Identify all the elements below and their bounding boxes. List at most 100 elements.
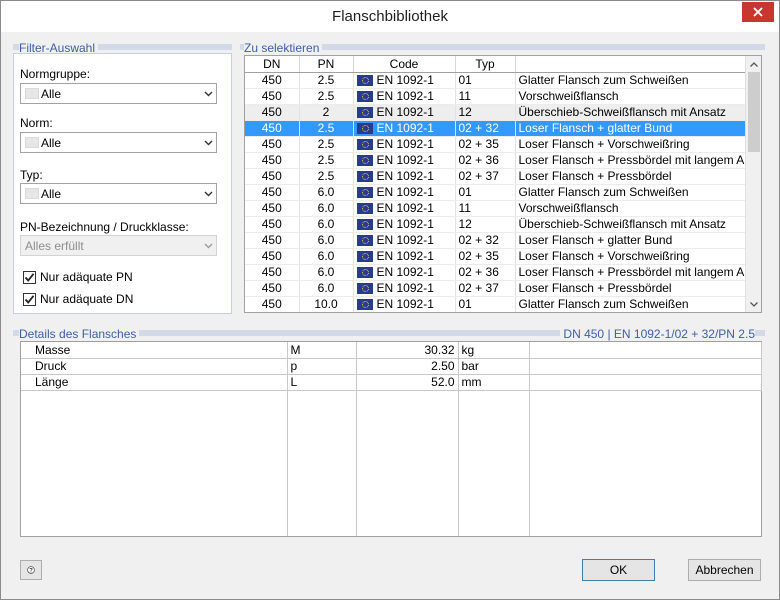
cell-code: EN 1092-1 bbox=[353, 152, 456, 169]
eu-flag-icon bbox=[356, 123, 373, 134]
only-adequate-pn-checkbox[interactable] bbox=[23, 271, 36, 284]
table-row[interactable]: 450 2.5 EN 1092-1 02 + 37 Loser Flansch + Pr… bbox=[245, 168, 746, 185]
flange-table[interactable]: DN PN Code Typ 450 2.5 EN 1092-1 01 Glatter … bbox=[244, 55, 762, 313]
typ-select[interactable]: Alle bbox=[20, 183, 217, 204]
table-row[interactable]: 450 6.0 EN 1092-1 02 + 36 Loser Flansch + Pr… bbox=[245, 264, 746, 281]
norm-label: Norm: bbox=[20, 116, 53, 130]
eu-flag-icon bbox=[356, 299, 373, 310]
cell-description: Überschieb-Schweißflansch mit Ansatz bbox=[515, 216, 746, 233]
cell-dn: 450 bbox=[245, 104, 300, 121]
column-header-pn[interactable]: PN bbox=[299, 56, 354, 73]
table-row[interactable]: 450 6.0 EN 1092-1 02 + 37 Loser Flansch + Pr… bbox=[245, 280, 746, 297]
detail-value: 30.32 bbox=[356, 342, 459, 359]
table-row[interactable]: 450 2.5 EN 1092-1 02 + 35 Loser Flansch + Vo… bbox=[245, 136, 746, 153]
column-header-typ[interactable]: Typ bbox=[455, 56, 516, 73]
column-header-description[interactable] bbox=[515, 56, 746, 73]
cell-typ: 02 + 35 bbox=[455, 248, 516, 265]
scrollbar-thumb[interactable] bbox=[748, 72, 760, 152]
code-text: EN 1092-1 bbox=[376, 281, 434, 295]
table-row[interactable]: 450 2.5 EN 1092-1 11 Vorschweißflansch bbox=[245, 88, 746, 105]
cell-dn: 450 bbox=[245, 120, 300, 137]
flange-library-dialog: Flanschbibliothek Filter-Auswahl Normgru… bbox=[0, 0, 780, 600]
detail-symbol: M bbox=[287, 342, 357, 359]
cell-pn: 6.0 bbox=[299, 232, 354, 249]
table-row[interactable]: 450 2.5 EN 1092-1 01 Glatter Flansch zum Sch… bbox=[245, 72, 746, 89]
column-header-code[interactable]: Code bbox=[353, 56, 456, 73]
cell-typ: 11 bbox=[455, 200, 516, 217]
detail-property: Druck bbox=[21, 358, 288, 375]
table-row[interactable]: 450 6.0 EN 1092-1 02 + 32 Loser Flansch + gl… bbox=[245, 232, 746, 249]
checkmark-icon bbox=[24, 295, 35, 304]
chevron-down-icon bbox=[200, 140, 216, 146]
cell-description: Glatter Flansch zum Schweißen bbox=[515, 72, 746, 89]
code-text: EN 1092-1 bbox=[376, 185, 434, 199]
norm-select[interactable]: Alle bbox=[20, 132, 217, 153]
eu-flag-icon bbox=[356, 91, 373, 102]
table-row[interactable]: 450 6.0 EN 1092-1 12 Überschieb-Schweißflans… bbox=[245, 216, 746, 233]
eu-flag-icon bbox=[356, 219, 373, 230]
cell-typ: 02 + 36 bbox=[455, 264, 516, 281]
cell-code: EN 1092-1 bbox=[353, 120, 456, 137]
scroll-up-icon[interactable] bbox=[746, 56, 762, 72]
code-text: EN 1092-1 bbox=[376, 73, 434, 87]
table-row[interactable]: 450 2.5 EN 1092-1 02 + 36 Loser Flansch + Pr… bbox=[245, 152, 746, 169]
normgruppe-select[interactable]: Alle bbox=[20, 83, 217, 104]
cell-code: EN 1092-1 bbox=[353, 216, 456, 233]
cell-dn: 450 bbox=[245, 184, 300, 201]
only-adequate-dn-label: Nur adäquate DN bbox=[40, 292, 134, 306]
table-row[interactable]: 450 6.0 EN 1092-1 11 Vorschweißflansch bbox=[245, 200, 746, 217]
table-row[interactable]: 450 6.0 EN 1092-1 02 + 35 Loser Flansch + Vo… bbox=[245, 248, 746, 265]
code-text: EN 1092-1 bbox=[376, 201, 434, 215]
table-header: DN PN Code Typ bbox=[245, 56, 746, 73]
scroll-down-icon[interactable] bbox=[746, 296, 762, 312]
code-text: EN 1092-1 bbox=[376, 217, 434, 231]
only-adequate-pn-label: Nur adäquate PN bbox=[40, 270, 133, 284]
close-button[interactable] bbox=[742, 2, 774, 22]
cancel-button[interactable]: Abbrechen bbox=[688, 559, 761, 581]
ok-button[interactable]: OK bbox=[582, 559, 655, 581]
table-scrollbar[interactable] bbox=[745, 56, 761, 312]
cell-typ: 02 + 32 bbox=[455, 232, 516, 249]
eu-flag-icon bbox=[356, 107, 373, 118]
table-row[interactable]: 450 10.0 EN 1092-1 01 Glatter Flansch zum Sc… bbox=[245, 296, 746, 312]
detail-unit: mm bbox=[458, 374, 530, 391]
cell-code: EN 1092-1 bbox=[353, 264, 456, 281]
cell-code: EN 1092-1 bbox=[353, 72, 456, 89]
cell-typ: 01 bbox=[455, 184, 516, 201]
cell-pn: 6.0 bbox=[299, 216, 354, 233]
cell-description: Glatter Flansch zum Schweißen bbox=[515, 184, 746, 201]
table-row[interactable]: 450 6.0 EN 1092-1 01 Glatter Flansch zum Sch… bbox=[245, 184, 746, 201]
cell-dn: 450 bbox=[245, 168, 300, 185]
code-text: EN 1092-1 bbox=[376, 233, 434, 247]
cell-typ: 12 bbox=[455, 216, 516, 233]
cell-dn: 450 bbox=[245, 216, 300, 233]
code-text: EN 1092-1 bbox=[376, 153, 434, 167]
cell-typ: 01 bbox=[455, 296, 516, 312]
cell-code: EN 1092-1 bbox=[353, 136, 456, 153]
chevron-down-icon bbox=[200, 243, 216, 249]
table-row[interactable]: 450 2 EN 1092-1 12 Überschieb-Schweißflansch… bbox=[245, 104, 746, 121]
eu-flag-icon bbox=[356, 75, 373, 86]
cell-description: Vorschweißflansch bbox=[515, 200, 746, 217]
normgruppe-value: Alle bbox=[41, 86, 62, 101]
cell-pn: 6.0 bbox=[299, 184, 354, 201]
cell-typ: 02 + 37 bbox=[455, 168, 516, 185]
cell-description: Überschieb-Schweißflansch mit Ansatz bbox=[515, 104, 746, 121]
detail-property: Masse bbox=[21, 342, 288, 359]
cell-pn: 2.5 bbox=[299, 168, 354, 185]
cell-code: EN 1092-1 bbox=[353, 168, 456, 185]
table-row[interactable]: 450 2.5 EN 1092-1 02 + 32 Loser Flansch + gl… bbox=[245, 120, 746, 137]
select-group-title: Zu selektieren bbox=[244, 41, 323, 55]
typ-label: Typ: bbox=[20, 168, 43, 182]
details-table: Masse M 30.32 kg Druck p 2.50 bar Länge L 52.0 mm bbox=[20, 341, 762, 537]
cell-dn: 450 bbox=[245, 88, 300, 105]
cell-description: Loser Flansch + Vorschweißring bbox=[515, 248, 746, 265]
pn-class-select[interactable]: Alles erfüllt bbox=[20, 235, 217, 256]
cell-pn: 2 bbox=[299, 104, 354, 121]
only-adequate-dn-checkbox[interactable] bbox=[23, 293, 36, 306]
help-button[interactable] bbox=[20, 560, 42, 580]
code-text: EN 1092-1 bbox=[376, 105, 434, 119]
column-header-dn[interactable]: DN bbox=[245, 56, 300, 73]
cell-dn: 450 bbox=[245, 200, 300, 217]
cell-dn: 450 bbox=[245, 72, 300, 89]
